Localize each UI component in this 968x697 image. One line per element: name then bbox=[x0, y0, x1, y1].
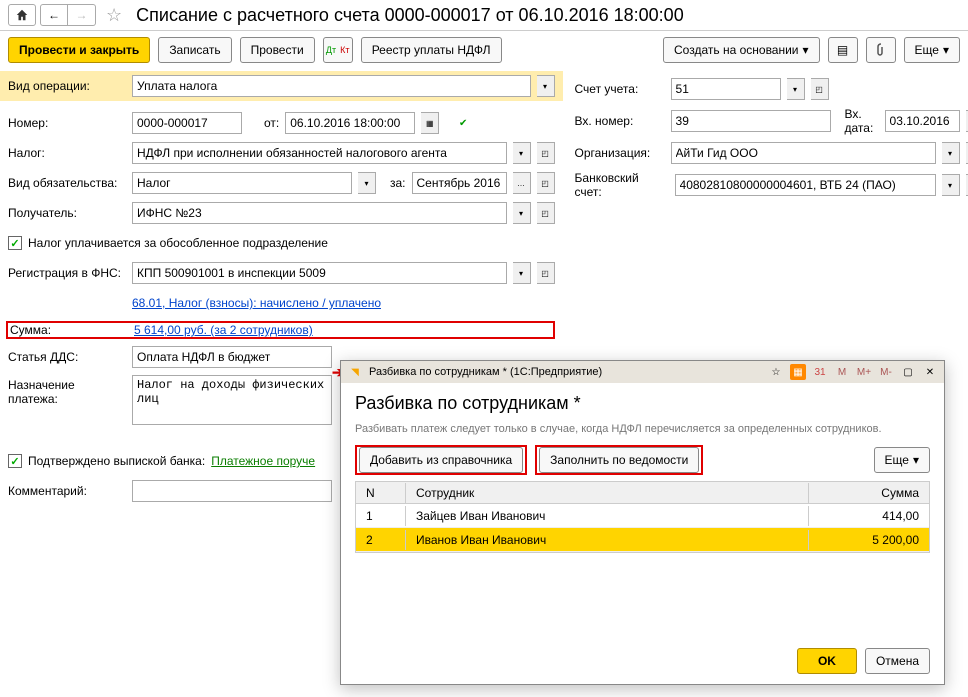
period-select-button[interactable]: … bbox=[513, 172, 531, 194]
recipient-input[interactable] bbox=[132, 202, 507, 224]
post-button[interactable]: Провести bbox=[240, 37, 315, 63]
popup-maximize-button[interactable]: ▢ bbox=[900, 364, 916, 380]
post-and-close-button[interactable]: Провести и закрыть bbox=[8, 37, 150, 63]
popup-calendar-icon[interactable]: 31 bbox=[812, 364, 828, 380]
period-open-button[interactable]: ◰ bbox=[537, 172, 555, 194]
account-link[interactable]: 68.01, Налог (взносы): начислено / уплач… bbox=[132, 296, 381, 310]
date-input[interactable] bbox=[285, 112, 415, 134]
period-input[interactable] bbox=[412, 172, 507, 194]
recipient-dropdown[interactable]: ▾ bbox=[513, 202, 531, 224]
tax-label: Налог: bbox=[8, 146, 126, 160]
account-label: Счет учета: bbox=[575, 82, 665, 96]
in-number-input[interactable] bbox=[671, 110, 831, 132]
bank-acc-dropdown[interactable]: ▾ bbox=[942, 174, 960, 196]
fill-by-register-button[interactable]: Заполнить по ведомости bbox=[539, 447, 699, 473]
in-number-label: Вх. номер: bbox=[575, 114, 665, 128]
popup-title: Разбивка по сотрудникам * bbox=[341, 383, 944, 418]
obligation-label: Вид обязательства: bbox=[8, 176, 126, 190]
purpose-input[interactable]: Налог на доходы физических лиц bbox=[132, 375, 332, 425]
in-date-label: Вх. дата: bbox=[845, 107, 879, 135]
account-open-button[interactable]: ◰ bbox=[811, 78, 829, 100]
employee-split-popup: ◥ Разбивка по сотрудникам * (1С:Предприя… bbox=[340, 360, 945, 685]
account-input[interactable] bbox=[671, 78, 781, 100]
more-button[interactable]: Еще ▾ bbox=[904, 37, 960, 63]
fns-reg-input[interactable] bbox=[132, 262, 507, 284]
dds-label: Статья ДДС: bbox=[8, 350, 126, 364]
home-button[interactable] bbox=[8, 4, 36, 26]
fns-reg-dropdown[interactable]: ▾ bbox=[513, 262, 531, 284]
tax-dropdown[interactable]: ▾ bbox=[513, 142, 531, 164]
page-title: Списание с расчетного счета 0000-000017 … bbox=[136, 5, 684, 26]
attachments-button[interactable] bbox=[866, 37, 896, 63]
popup-window-title: Разбивка по сотрудникам * (1С:Предприяти… bbox=[369, 366, 602, 378]
forward-button[interactable]: → bbox=[68, 4, 96, 26]
in-date-input[interactable] bbox=[885, 110, 960, 132]
org-dropdown[interactable]: ▾ bbox=[942, 142, 960, 164]
popup-mplus-button[interactable]: М+ bbox=[856, 364, 872, 380]
obligation-dropdown[interactable]: ▾ bbox=[358, 172, 376, 194]
add-from-catalog-button[interactable]: Добавить из справочника bbox=[359, 447, 523, 473]
employee-table: N Сотрудник Сумма 1 Зайцев Иван Иванович… bbox=[355, 481, 930, 553]
obligation-input[interactable] bbox=[132, 172, 352, 194]
col-header-n[interactable]: N bbox=[356, 483, 406, 503]
popup-ok-button[interactable]: OK bbox=[797, 648, 857, 674]
sum-link[interactable]: 5 614,00 руб. (за 2 сотрудников) bbox=[134, 323, 313, 337]
recipient-label: Получатель: bbox=[8, 206, 126, 220]
bank-confirm-checkbox[interactable]: ✓ bbox=[8, 454, 22, 468]
period-label: за: bbox=[390, 176, 406, 190]
popup-m-button[interactable]: М bbox=[834, 364, 850, 380]
operation-type-label: Вид операции: bbox=[8, 79, 126, 93]
back-button[interactable]: ← bbox=[40, 4, 68, 26]
separate-div-checkbox[interactable]: ✓ bbox=[8, 236, 22, 250]
col-header-sum[interactable]: Сумма bbox=[809, 483, 929, 503]
structure-button[interactable]: ▤ bbox=[828, 37, 858, 63]
tax-open-button[interactable]: ◰ bbox=[537, 142, 555, 164]
status-ok-icon: ✔ bbox=[455, 115, 471, 131]
popup-hint: Разбивать платеж следует только в случае… bbox=[341, 418, 944, 445]
popup-cancel-button[interactable]: Отмена bbox=[865, 648, 930, 674]
ndfl-registry-button[interactable]: Реестр уплаты НДФЛ bbox=[361, 37, 502, 63]
fns-reg-open-button[interactable]: ◰ bbox=[537, 262, 555, 284]
dt-kt-button[interactable]: ДтКт bbox=[323, 37, 353, 63]
dds-input[interactable] bbox=[132, 346, 332, 368]
popup-more-button[interactable]: Еще ▾ bbox=[874, 447, 930, 473]
org-label: Организация: bbox=[575, 146, 665, 160]
account-dropdown[interactable]: ▾ bbox=[787, 78, 805, 100]
popup-app-icon: ◥ bbox=[347, 364, 363, 380]
table-row[interactable]: 2 Иванов Иван Иванович 5 200,00 bbox=[356, 528, 929, 552]
col-header-employee[interactable]: Сотрудник bbox=[406, 483, 809, 503]
separate-div-label: Налог уплачивается за обособленное подра… bbox=[28, 236, 328, 250]
popup-calc-icon[interactable]: ▦ bbox=[790, 364, 806, 380]
date-calendar-button[interactable]: ▦ bbox=[421, 112, 439, 134]
popup-close-button[interactable]: ✕ bbox=[922, 364, 938, 380]
fns-reg-label: Регистрация в ФНС: bbox=[8, 266, 126, 280]
operation-type-dropdown[interactable]: ▾ bbox=[537, 75, 555, 97]
bank-acc-label: Банковский счет: bbox=[575, 171, 669, 199]
favorite-icon[interactable]: ☆ bbox=[106, 5, 122, 26]
tax-input[interactable] bbox=[132, 142, 507, 164]
table-row[interactable]: 1 Зайцев Иван Иванович 414,00 bbox=[356, 504, 929, 528]
chevron-down-icon: ▾ bbox=[803, 43, 809, 57]
popup-fav-icon[interactable]: ☆ bbox=[768, 364, 784, 380]
recipient-open-button[interactable]: ◰ bbox=[537, 202, 555, 224]
comment-input[interactable] bbox=[132, 480, 332, 502]
date-label: от: bbox=[264, 116, 279, 130]
number-input[interactable] bbox=[132, 112, 242, 134]
bank-acc-input[interactable] bbox=[675, 174, 936, 196]
operation-type-input[interactable] bbox=[132, 75, 531, 97]
org-input[interactable] bbox=[671, 142, 936, 164]
sum-label: Сумма: bbox=[10, 323, 128, 337]
popup-mminus-button[interactable]: М- bbox=[878, 364, 894, 380]
save-button[interactable]: Записать bbox=[158, 37, 231, 63]
create-based-button[interactable]: Создать на основании ▾ bbox=[663, 37, 820, 63]
comment-label: Комментарий: bbox=[8, 484, 126, 498]
number-label: Номер: bbox=[8, 116, 126, 130]
bank-confirm-label: Подтверждено выпиской банка: bbox=[28, 454, 205, 468]
purpose-label: Назначение платежа: bbox=[8, 375, 126, 406]
payment-order-link[interactable]: Платежное поруче bbox=[211, 454, 315, 468]
